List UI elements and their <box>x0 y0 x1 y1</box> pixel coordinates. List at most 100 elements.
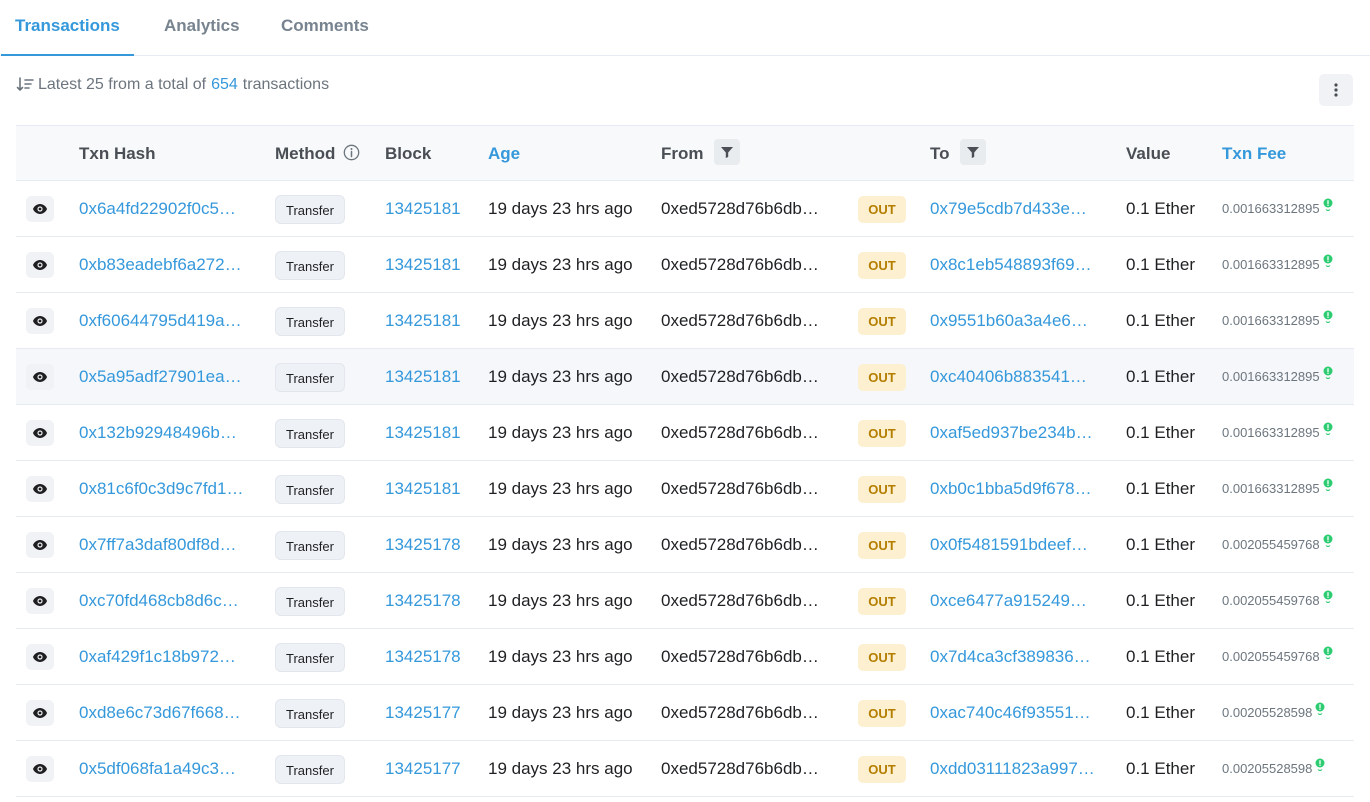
age-text: 19 days 23 hrs ago <box>488 535 633 554</box>
block-link[interactable]: 13425181 <box>385 181 475 237</box>
eye-icon <box>33 372 47 382</box>
green-dot-icon[interactable] <box>1323 310 1333 325</box>
value-text: 0.1 Ether <box>1126 255 1195 274</box>
column-header-method-label: Method <box>275 144 336 163</box>
tab-analytics[interactable]: Analytics <box>164 0 240 56</box>
direction-badge: OUT <box>858 588 906 615</box>
eye-icon <box>33 708 47 718</box>
column-header-value: Value <box>1126 144 1171 163</box>
green-dot-icon[interactable] <box>1323 254 1333 269</box>
txn-hash-link[interactable]: 0xd8e6c73d67f668… <box>79 685 251 741</box>
summary-count[interactable]: 654 <box>211 76 238 94</box>
block-link[interactable]: 13425177 <box>385 741 475 797</box>
to-address-link[interactable]: 0xce6477a915249… <box>930 573 1106 629</box>
txn-fee-value: 0.001663312895 <box>1222 481 1320 496</box>
green-dot-icon[interactable] <box>1323 646 1333 661</box>
block-link[interactable]: 13425181 <box>385 349 475 405</box>
txn-hash-link[interactable]: 0x5a95adf27901ea… <box>79 349 251 405</box>
direction-badge: OUT <box>858 196 906 223</box>
table-row: 0x6a4fd22902f0c5… Transfer 13425181 19 d… <box>16 181 1354 237</box>
method-badge: Transfer <box>275 307 345 336</box>
block-link[interactable]: 13425178 <box>385 573 475 629</box>
txn-hash-link[interactable]: 0xb83eadebf6a272… <box>79 237 251 293</box>
from-address: 0xed5728d76b6db… <box>661 535 819 554</box>
to-address-link[interactable]: 0x9551b60a3a4e6… <box>930 293 1106 349</box>
eye-icon <box>33 260 47 270</box>
green-dot-icon[interactable] <box>1315 702 1325 717</box>
block-link[interactable]: 13425181 <box>385 405 475 461</box>
column-header-age[interactable]: Age <box>488 126 520 181</box>
age-text: 19 days 23 hrs ago <box>488 255 633 274</box>
preview-button[interactable] <box>26 308 54 334</box>
preview-button[interactable] <box>26 532 54 558</box>
to-address-link[interactable]: 0xdd03111823a997… <box>930 741 1106 797</box>
txn-hash-link[interactable]: 0xf60644795d419a… <box>79 293 251 349</box>
value-text: 0.1 Ether <box>1126 591 1195 610</box>
filter-funnel-icon <box>967 146 980 158</box>
txn-fee-value: 0.00205528598 <box>1222 705 1313 720</box>
from-address: 0xed5728d76b6db… <box>661 703 819 722</box>
txn-hash-link[interactable]: 0x81c6f0c3d9c7fd1… <box>79 461 251 517</box>
green-dot-icon[interactable] <box>1323 198 1333 213</box>
tab-comments[interactable]: Comments <box>281 0 369 56</box>
txn-fee-value: 0.001663312895 <box>1222 257 1320 272</box>
to-address-link[interactable]: 0xaf5ed937be234b… <box>930 405 1106 461</box>
green-dot-icon[interactable] <box>1323 478 1333 493</box>
to-address-link[interactable]: 0x8c1eb548893f69… <box>930 237 1106 293</box>
preview-button[interactable] <box>26 644 54 670</box>
direction-badge: OUT <box>858 476 906 503</box>
preview-button[interactable] <box>26 196 54 222</box>
preview-button[interactable] <box>26 364 54 390</box>
info-circle-icon[interactable] <box>343 144 360 161</box>
eye-icon <box>33 316 47 326</box>
txn-hash-link[interactable]: 0x6a4fd22902f0c5… <box>79 181 251 237</box>
block-link[interactable]: 13425178 <box>385 629 475 685</box>
table-row: 0xf60644795d419a… Transfer 13425181 19 d… <box>16 293 1354 349</box>
method-badge: Transfer <box>275 475 345 504</box>
to-address-link[interactable]: 0x0f5481591bdeef… <box>930 517 1106 573</box>
green-dot-icon[interactable] <box>1323 534 1333 549</box>
block-link[interactable]: 13425177 <box>385 685 475 741</box>
from-filter-button[interactable] <box>714 138 741 165</box>
to-address-link[interactable]: 0xc40406b883541… <box>930 349 1106 405</box>
preview-button[interactable] <box>26 252 54 278</box>
from-address: 0xed5728d76b6db… <box>661 591 819 610</box>
to-address-link[interactable]: 0x7d4ca3cf389836… <box>930 629 1106 685</box>
block-link[interactable]: 13425181 <box>385 237 475 293</box>
direction-badge: OUT <box>858 644 906 671</box>
table-body: 0x6a4fd22902f0c5… Transfer 13425181 19 d… <box>16 181 1354 797</box>
direction-badge: OUT <box>858 756 906 783</box>
column-header-block: Block <box>385 144 432 163</box>
green-dot-icon[interactable] <box>1315 758 1325 773</box>
eye-icon <box>33 652 47 662</box>
green-dot-icon[interactable] <box>1323 590 1333 605</box>
block-link[interactable]: 13425178 <box>385 517 475 573</box>
txn-hash-link[interactable]: 0x7ff7a3daf80df8d… <box>79 517 251 573</box>
tab-transactions[interactable]: Transactions <box>1 0 134 56</box>
column-header-txn-fee[interactable]: Txn Fee <box>1222 126 1286 181</box>
txn-hash-link[interactable]: 0x5df068fa1a49c3… <box>79 741 251 797</box>
column-header-from: From <box>661 126 741 181</box>
to-address-link[interactable]: 0xb0c1bba5d9f678… <box>930 461 1106 517</box>
preview-button[interactable] <box>26 420 54 446</box>
more-options-button[interactable] <box>1319 74 1353 106</box>
direction-badge: OUT <box>858 420 906 447</box>
preview-button[interactable] <box>26 588 54 614</box>
preview-button[interactable] <box>26 700 54 726</box>
preview-button[interactable] <box>26 756 54 782</box>
table-row: 0x7ff7a3daf80df8d… Transfer 13425178 19 … <box>16 517 1354 573</box>
to-address-link[interactable]: 0xac740c46f93551… <box>930 685 1106 741</box>
preview-button[interactable] <box>26 476 54 502</box>
table-row: 0xb83eadebf6a272… Transfer 13425181 19 d… <box>16 237 1354 293</box>
table-row: 0xaf429f1c18b972… Transfer 13425178 19 d… <box>16 629 1354 685</box>
block-link[interactable]: 13425181 <box>385 461 475 517</box>
txn-hash-link[interactable]: 0xaf429f1c18b972… <box>79 629 251 685</box>
green-dot-icon[interactable] <box>1323 422 1333 437</box>
txn-hash-link[interactable]: 0xc70fd468cb8d6c… <box>79 573 251 629</box>
green-dot-icon[interactable] <box>1323 366 1333 381</box>
to-address-link[interactable]: 0x79e5cdb7d433e… <box>930 181 1106 237</box>
block-link[interactable]: 13425181 <box>385 293 475 349</box>
txn-hash-link[interactable]: 0x132b92948496b… <box>79 405 251 461</box>
to-filter-button[interactable] <box>960 138 987 165</box>
value-text: 0.1 Ether <box>1126 647 1195 666</box>
